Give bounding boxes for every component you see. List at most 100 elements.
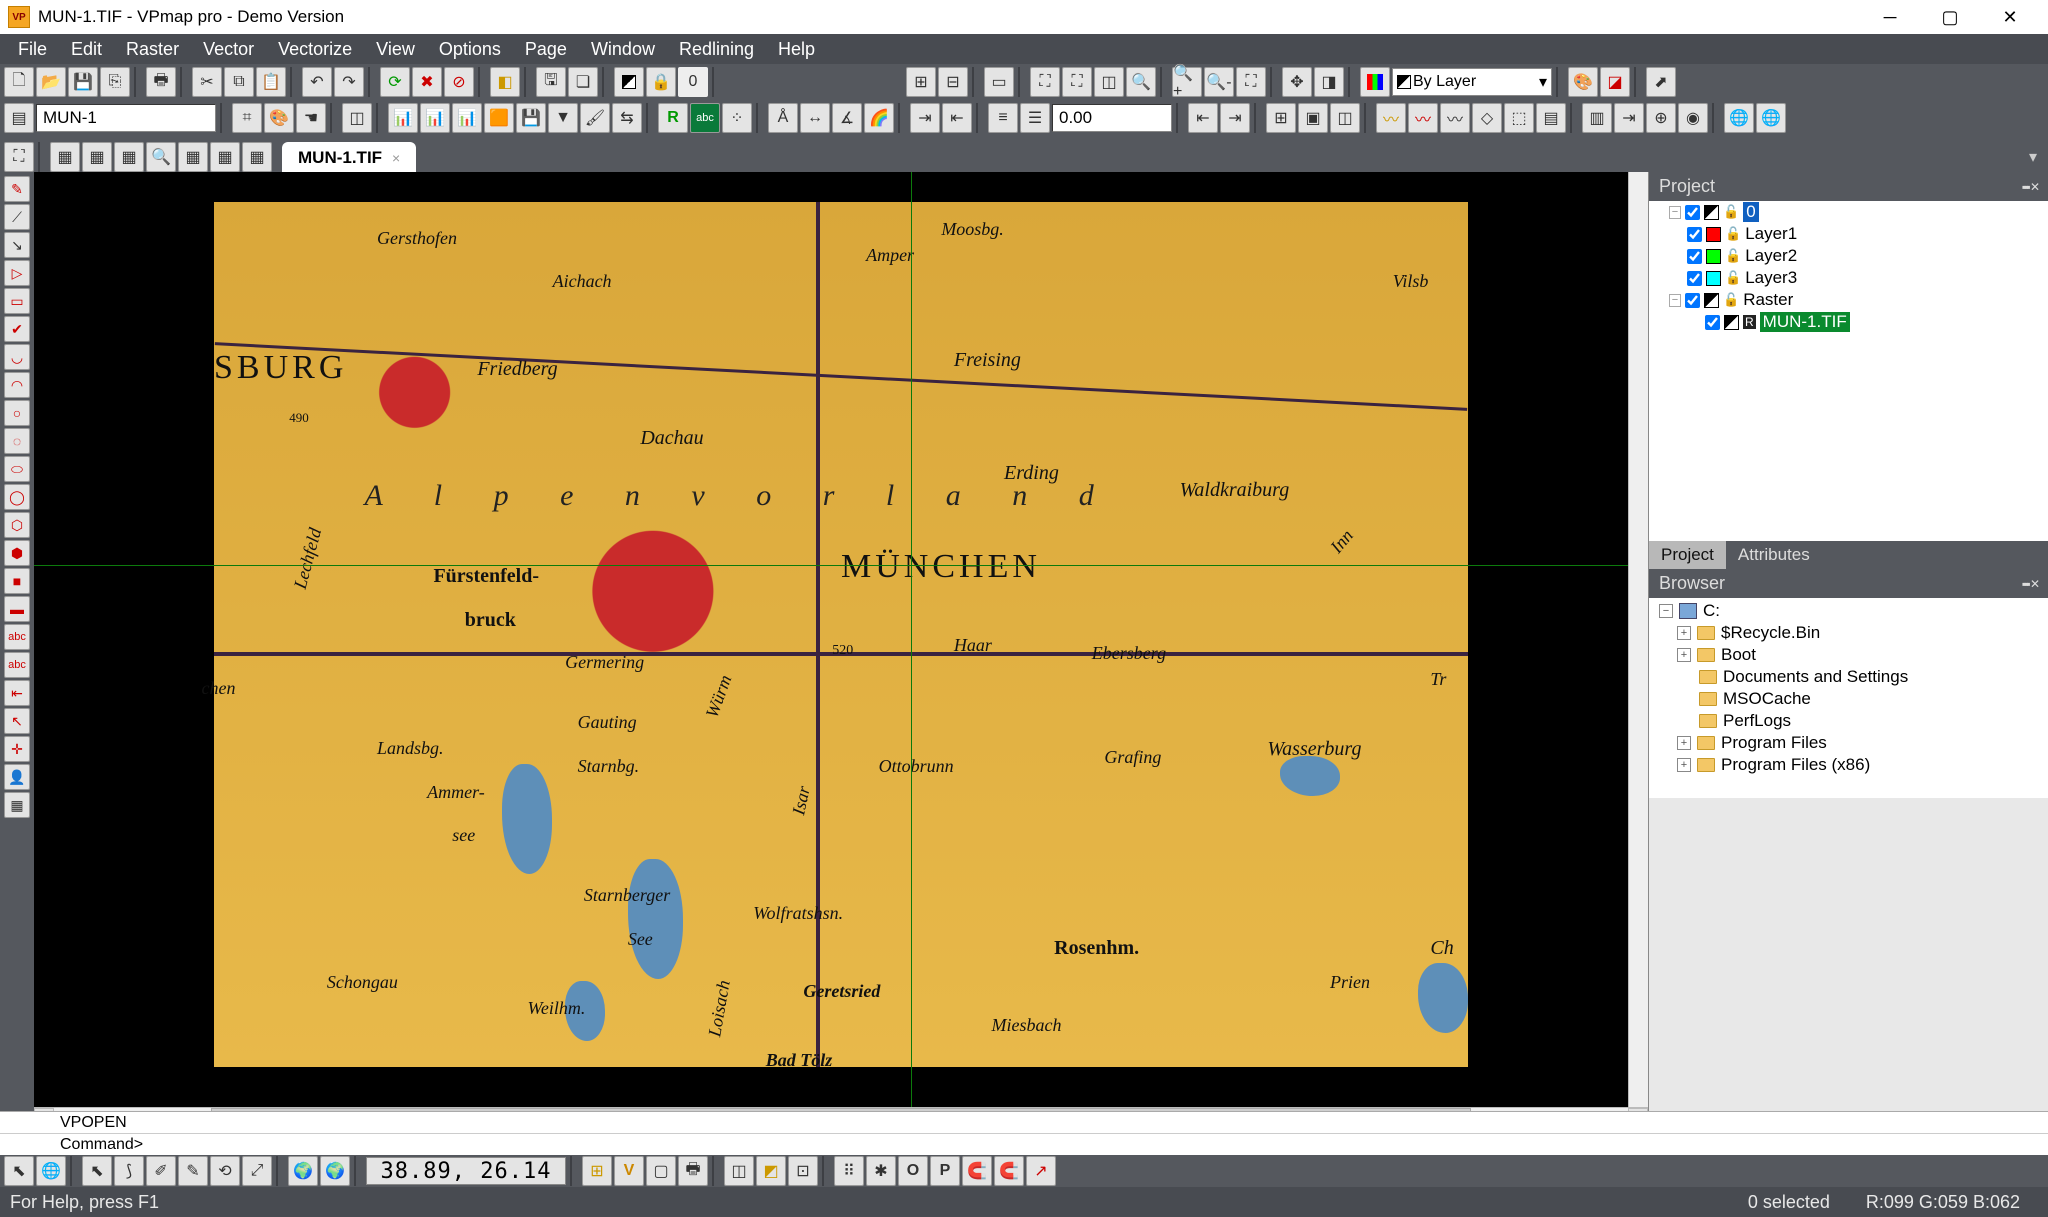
trace-2-button[interactable]: 〰: [1408, 103, 1438, 133]
save-as-button[interactable]: ⎘: [100, 67, 130, 97]
command-input-row[interactable]: Command>: [0, 1134, 2048, 1156]
v-mode-button[interactable]: V: [614, 1156, 644, 1186]
layer-visible-checkbox[interactable]: [1687, 227, 1702, 242]
stop-button[interactable]: ✖: [412, 67, 442, 97]
polyline-tool[interactable]: ✔: [4, 316, 30, 342]
browser-drive-row[interactable]: − C:: [1649, 600, 2048, 622]
list-4-button[interactable]: ◉: [1678, 103, 1708, 133]
page-button[interactable]: ▭: [984, 67, 1014, 97]
zoom-window-button[interactable]: ⛶: [1030, 67, 1060, 97]
linewidth-input[interactable]: [1052, 104, 1172, 132]
panel-menu-icon[interactable]: ▪▪▪ ✕: [2022, 577, 2038, 591]
zoom-fit-button[interactable]: ⛶: [1236, 67, 1266, 97]
layer-visible-checkbox[interactable]: [1685, 205, 1700, 220]
browser-folder-row[interactable]: +Program Files: [1649, 732, 2048, 754]
layer-swatch-icon[interactable]: [614, 67, 644, 97]
zoom-out-button[interactable]: 🔍-: [1204, 67, 1234, 97]
text-tool[interactable]: abc: [4, 624, 30, 650]
trace-4-button[interactable]: ◇: [1472, 103, 1502, 133]
mtext-tool[interactable]: abc: [4, 652, 30, 678]
earth-2-button[interactable]: 🌍: [320, 1156, 350, 1186]
ruler-button[interactable]: ↔: [800, 103, 830, 133]
ortho-button[interactable]: ↗: [1026, 1156, 1056, 1186]
hatch-tool[interactable]: ▦: [4, 792, 30, 818]
layers-button[interactable]: ◧: [490, 67, 520, 97]
lock-icon[interactable]: 🔒: [646, 67, 676, 97]
print-bottom-button[interactable]: 🖶: [678, 1156, 708, 1186]
align-left-button[interactable]: ⇤: [1188, 103, 1218, 133]
tab-attributes[interactable]: Attributes: [1726, 541, 1822, 569]
palette-lock-button[interactable]: ◪: [1600, 67, 1630, 97]
menu-window[interactable]: Window: [579, 34, 667, 64]
brush-button[interactable]: 🖌: [580, 103, 610, 133]
hand-button[interactable]: ☚: [296, 103, 326, 133]
view-table-6[interactable]: ▦: [242, 142, 272, 172]
person-tool[interactable]: 👤: [4, 764, 30, 790]
hex-tool[interactable]: ⬢: [4, 540, 30, 566]
page-name-input[interactable]: [36, 104, 216, 132]
browser-folder-row[interactable]: PerfLogs: [1649, 710, 2048, 732]
circle-tool[interactable]: ○: [4, 400, 30, 426]
drawing-canvas[interactable]: MÜNCHEN 520 A l p e n v o r l a n d SBUR…: [34, 172, 1628, 1107]
triangle-tool[interactable]: ▷: [4, 260, 30, 286]
expand-toggle[interactable]: +: [1677, 758, 1691, 772]
menu-edit[interactable]: Edit: [59, 34, 114, 64]
linewidth-icon[interactable]: ≡: [988, 103, 1018, 133]
layer-visible-checkbox[interactable]: [1705, 315, 1720, 330]
list-3-button[interactable]: ⊕: [1646, 103, 1676, 133]
p-mode-button[interactable]: P: [930, 1156, 960, 1186]
view-table-3[interactable]: ▦: [114, 142, 144, 172]
trace-1-button[interactable]: 〰: [1376, 103, 1406, 133]
abc-button[interactable]: abc: [690, 103, 720, 133]
panel-menu-icon[interactable]: ▪▪▪ ✕: [2022, 180, 2038, 194]
frame-button[interactable]: ▣: [1298, 103, 1328, 133]
browser-folder-row[interactable]: +$Recycle.Bin: [1649, 622, 2048, 644]
layer-row[interactable]: 🔓 Layer2: [1649, 245, 2048, 267]
swap-button[interactable]: ⇆: [612, 103, 642, 133]
r-mode-button[interactable]: R: [658, 103, 688, 133]
o-mode-button[interactable]: O: [898, 1156, 928, 1186]
zoom-button[interactable]: 🔍: [1126, 67, 1156, 97]
view-table-1[interactable]: ▦: [50, 142, 80, 172]
zoom-in-button[interactable]: 🔍+: [1172, 67, 1202, 97]
browser-folder-row[interactable]: MSOCache: [1649, 688, 2048, 710]
snap-2-button[interactable]: ◩: [756, 1156, 786, 1186]
layer-visible-checkbox[interactable]: [1687, 249, 1702, 264]
browser-folder-row[interactable]: Documents and Settings: [1649, 666, 2048, 688]
chart-3-button[interactable]: 📊: [452, 103, 482, 133]
refresh-button[interactable]: ⟳: [380, 67, 410, 97]
paste-button[interactable]: 📋: [256, 67, 286, 97]
palette-edit-button[interactable]: 🎨: [1568, 67, 1598, 97]
filter-button[interactable]: ▼: [548, 103, 578, 133]
fill-bar-tool[interactable]: ▬: [4, 596, 30, 622]
layer-row[interactable]: 🔓 Layer1: [1649, 223, 2048, 245]
menu-vector[interactable]: Vector: [191, 34, 266, 64]
project-panel-header[interactable]: Project ▪▪▪ ✕: [1649, 172, 2048, 201]
lasso-tool[interactable]: ⟆: [114, 1156, 144, 1186]
view-search[interactable]: 🔍: [146, 142, 176, 172]
dashed-circle-tool[interactable]: ◌: [4, 428, 30, 454]
list-1-button[interactable]: ▥: [1582, 103, 1612, 133]
angle-button[interactable]: ∡: [832, 103, 862, 133]
vector-tool-2[interactable]: ⊟: [938, 67, 968, 97]
layer-row[interactable]: − 🔓 Raster: [1649, 289, 2048, 311]
earth-1-button[interactable]: 🌍: [288, 1156, 318, 1186]
undo-button[interactable]: ↶: [302, 67, 332, 97]
menu-vectorize[interactable]: Vectorize: [266, 34, 364, 64]
select-tool[interactable]: ⬉: [82, 1156, 112, 1186]
vector-tool-1[interactable]: ⊞: [906, 67, 936, 97]
point-tool[interactable]: ✛: [4, 736, 30, 762]
chart-save-button[interactable]: 💾: [516, 103, 546, 133]
tab-list-dropdown[interactable]: ▾: [2018, 142, 2048, 172]
nodes-button[interactable]: ⁘: [722, 103, 752, 133]
target-button[interactable]: ✱: [866, 1156, 896, 1186]
view-table-4[interactable]: ▦: [178, 142, 208, 172]
edit-shape-tool[interactable]: ✎: [178, 1156, 208, 1186]
document-tab-close-icon[interactable]: ×: [392, 150, 400, 166]
menu-redlining[interactable]: Redlining: [667, 34, 766, 64]
zoom-extents-button[interactable]: ⛶: [1062, 67, 1092, 97]
list-2-button[interactable]: ⇥: [1614, 103, 1644, 133]
ring-tool[interactable]: ◯: [4, 484, 30, 510]
view-table-2[interactable]: ▦: [82, 142, 112, 172]
close-button[interactable]: ✕: [1980, 0, 2040, 34]
